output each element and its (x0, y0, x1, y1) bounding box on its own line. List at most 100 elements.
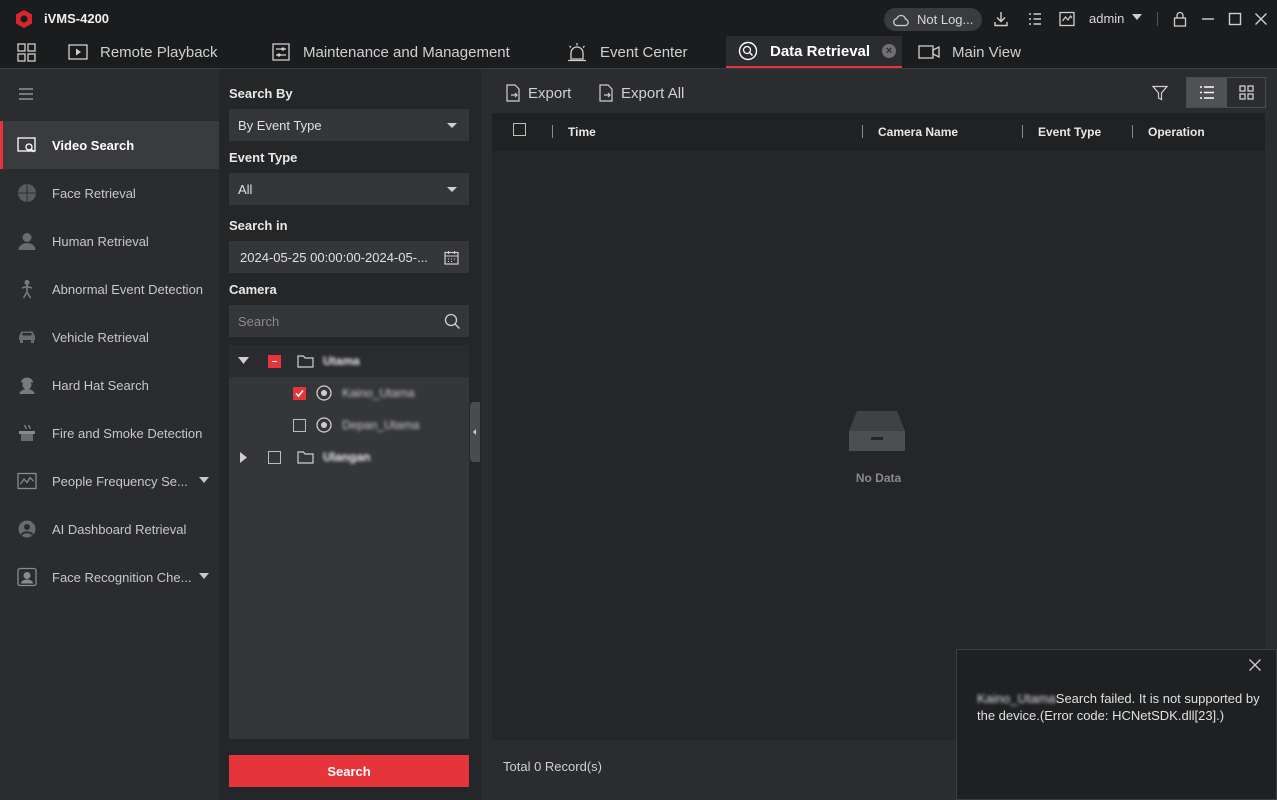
tab-close-icon[interactable]: × (882, 44, 897, 58)
sidebar-item-label: Face Retrieval (52, 185, 136, 201)
tree-camera-row[interactable]: Depan_Utama (229, 409, 469, 441)
camera-tree: Utama Kaino_Utama Depan_Utama Ulangan (229, 345, 469, 739)
sidebar-item-video-search[interactable]: Video Search (0, 121, 219, 169)
tab-maintenance-and-management[interactable]: Maintenance and Management (271, 36, 510, 68)
tree-expand-chevron-right-icon[interactable] (240, 451, 248, 463)
login-status-button[interactable]: Not Log... (884, 8, 982, 31)
sidebar-item-label: Abnormal Event Detection (52, 281, 204, 297)
camera-label: Camera (229, 282, 277, 297)
camera-checkbox[interactable] (293, 418, 306, 432)
export-all-button[interactable]: Export All (598, 83, 684, 103)
title-bar: iVMS-4200 Not Log... admin (0, 0, 1277, 36)
abnormal-event-icon (21, 280, 33, 299)
module-tab-bar: Remote Playback Maintenance and Manageme… (0, 36, 1277, 68)
search-icon[interactable] (444, 313, 461, 330)
group-checkbox[interactable] (268, 450, 281, 464)
filter-icon[interactable] (1152, 85, 1168, 101)
camera-search-input[interactable] (238, 313, 438, 329)
camera-checkbox[interactable] (293, 386, 306, 400)
tree-group-row[interactable]: Utama (229, 345, 469, 377)
select-all-checkbox[interactable] (513, 123, 526, 136)
left-sidebar: Video Search Face Retrieval Human Retrie… (0, 68, 219, 800)
check-icon (295, 389, 304, 397)
playback-icon (68, 44, 88, 60)
sidebar-item-face-retrieval[interactable]: Face Retrieval (0, 169, 219, 217)
sidebar-item-people-frequency-search[interactable]: People Frequency Se... (0, 457, 219, 505)
data-retrieval-icon (738, 41, 758, 61)
login-status-text: Not Log... (917, 12, 974, 27)
tree-camera-label: Kaino_Utama (342, 386, 415, 400)
cloud-icon (893, 14, 909, 26)
event-type-value: All (238, 181, 253, 197)
list-view-button[interactable] (1187, 78, 1227, 107)
sidebar-item-hard-hat-search[interactable]: Hard Hat Search (0, 361, 219, 409)
expand-chevron-down-icon[interactable] (199, 573, 209, 579)
column-header-time[interactable]: Time (568, 125, 596, 139)
group-checkbox[interactable] (268, 354, 281, 368)
no-data-text: No Data (855, 471, 902, 485)
tab-label: Data Retrieval (770, 42, 871, 60)
tab-label: Event Center (600, 43, 688, 61)
search-button[interactable]: Search (229, 755, 469, 787)
search-in-label: Search in (229, 218, 288, 233)
tree-group-row[interactable]: Ulangan (229, 441, 469, 473)
download-icon[interactable] (992, 10, 1010, 28)
time-range-field[interactable]: 2024-05-25 00:00:00-2024-05-... (229, 241, 469, 273)
camera-search-box (229, 305, 469, 337)
search-by-select[interactable]: By Event Type (229, 109, 469, 141)
ivms-logo-icon (16, 10, 32, 28)
monitor-icon[interactable] (1058, 10, 1076, 28)
minimize-icon[interactable] (1199, 10, 1217, 28)
sidebar-item-fire-and-smoke-detection[interactable]: Fire and Smoke Detection (0, 409, 219, 457)
expand-chevron-down-icon[interactable] (199, 477, 209, 483)
column-divider (1132, 125, 1133, 138)
hamburger-menu-icon[interactable] (18, 87, 36, 101)
sidebar-item-label: Video Search (52, 137, 135, 153)
maximize-icon[interactable] (1226, 10, 1244, 28)
sidebar-item-label: Vehicle Retrieval (52, 329, 149, 345)
user-name[interactable]: admin (1089, 11, 1124, 26)
column-header-camera-name[interactable]: Camera Name (878, 125, 958, 139)
calendar-icon[interactable] (444, 250, 459, 265)
column-divider (862, 125, 863, 138)
sidebar-item-ai-dashboard-retrieval[interactable]: AI Dashboard Retrieval (0, 505, 219, 553)
collapse-chevron-left-icon (473, 429, 476, 435)
event-type-select[interactable]: All (229, 173, 469, 205)
view-mode-toggle (1186, 77, 1266, 108)
empty-box-icon (849, 411, 905, 451)
tab-event-center[interactable]: Event Center (566, 36, 688, 68)
export-button[interactable]: Export (505, 83, 571, 103)
sidebar-item-human-retrieval[interactable]: Human Retrieval (0, 217, 219, 265)
hard-hat-icon (19, 377, 35, 394)
tab-remote-playback[interactable]: Remote Playback (68, 36, 218, 68)
ai-dashboard-icon (18, 520, 36, 538)
search-by-value: By Event Type (238, 117, 322, 133)
alarm-siren-icon (568, 43, 586, 62)
folder-icon (297, 451, 314, 464)
task-list-icon[interactable] (1026, 10, 1044, 28)
grid-view-button[interactable] (1227, 78, 1266, 107)
sidebar-item-abnormal-event-detection[interactable]: Abnormal Event Detection (0, 265, 219, 313)
sidebar-item-label: AI Dashboard Retrieval (52, 521, 187, 537)
tab-data-retrieval[interactable]: Data Retrieval × (726, 36, 902, 68)
panel-collapse-handle[interactable] (470, 402, 480, 462)
lock-icon[interactable] (1171, 10, 1189, 28)
list-view-icon (1200, 86, 1214, 99)
column-header-event-type[interactable]: Event Type (1038, 125, 1101, 139)
export-all-label: Export All (621, 84, 685, 102)
module-grid-icon[interactable] (17, 43, 36, 62)
titlebar-divider (1157, 12, 1158, 26)
column-header-operation[interactable]: Operation (1148, 125, 1205, 139)
tree-expand-chevron-down-icon[interactable] (238, 357, 249, 365)
tree-camera-row[interactable]: Kaino_Utama (229, 377, 469, 409)
sidebar-item-face-recognition-check[interactable]: Face Recognition Che... (0, 553, 219, 601)
sidebar-item-vehicle-retrieval[interactable]: Vehicle Retrieval (0, 313, 219, 361)
tab-label: Maintenance and Management (303, 43, 510, 61)
face-retrieval-icon (18, 184, 36, 202)
sidebar-item-label: Human Retrieval (52, 233, 149, 249)
close-icon[interactable] (1248, 658, 1262, 672)
tree-camera-label: Depan_Utama (342, 418, 420, 432)
close-icon[interactable] (1252, 10, 1270, 28)
user-menu-chevron-down-icon[interactable] (1132, 12, 1142, 22)
tab-main-view[interactable]: Main View (918, 36, 1021, 68)
